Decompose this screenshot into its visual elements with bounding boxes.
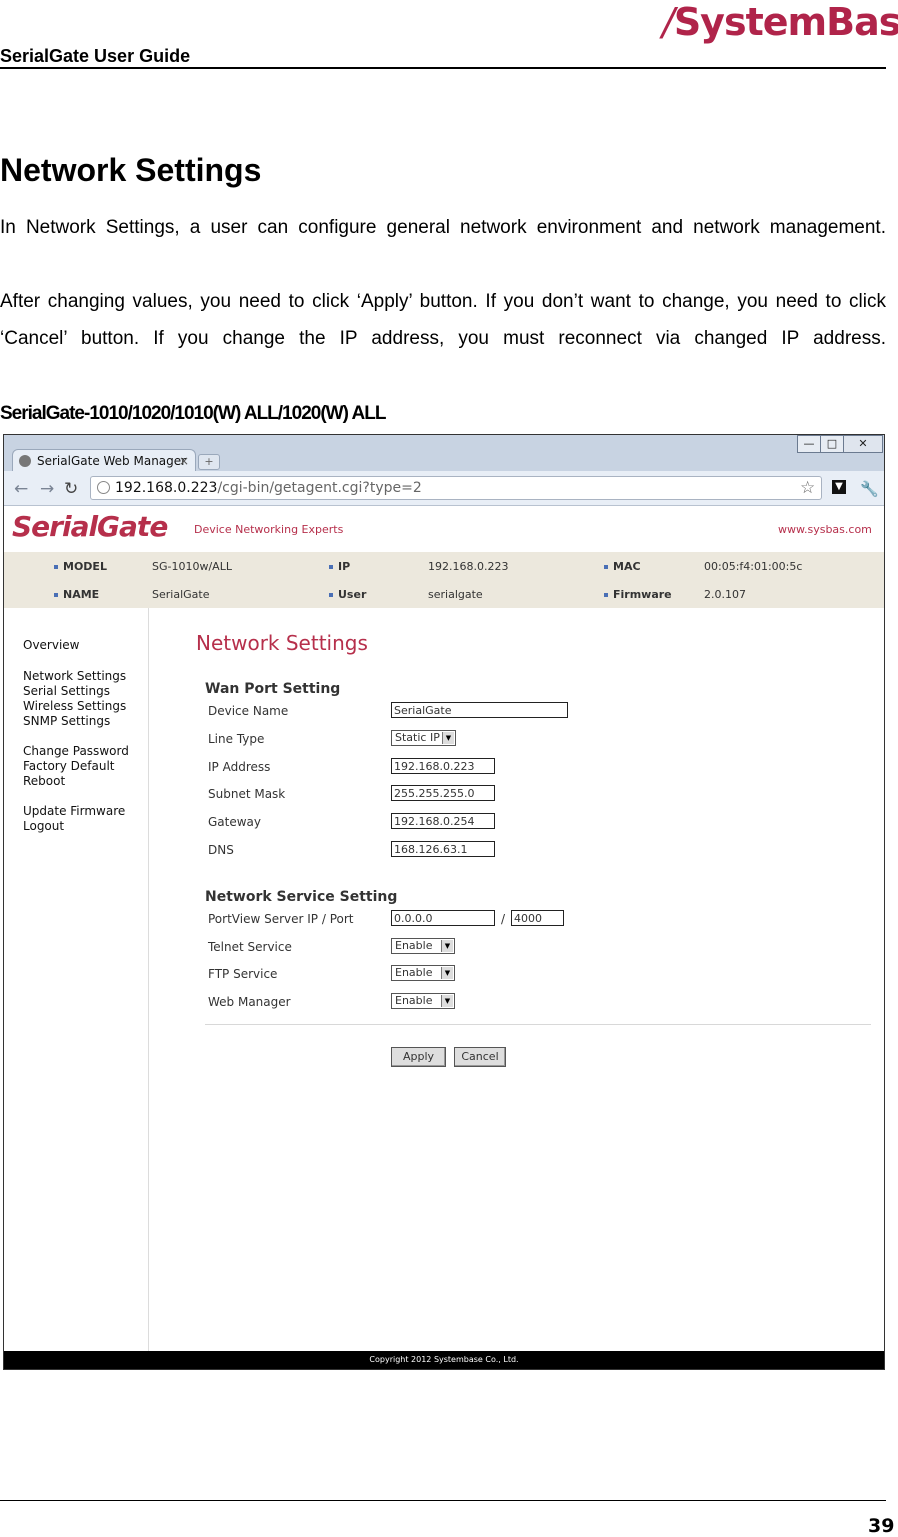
forward-arrow-icon[interactable]: →	[40, 479, 54, 499]
wrench-icon[interactable]: 🔧	[860, 480, 879, 498]
line-type-select[interactable]: Static IP ▼	[391, 730, 456, 746]
name-value: SerialGate	[152, 588, 210, 601]
portview-port-input[interactable]: 4000	[511, 910, 564, 926]
ip-address-input[interactable]: 192.168.0.223	[391, 758, 495, 774]
page-number: 39	[868, 1515, 895, 1537]
user-value: serialgate	[428, 588, 483, 601]
site-footer: Copyright 2012 Systembase Co., Ltd.	[4, 1351, 884, 1369]
site-banner: SerialGate Device Networking Experts www…	[4, 506, 884, 552]
minimize-button[interactable]: —	[797, 435, 821, 453]
intro-paragraph: In Network Settings, a user can configur…	[0, 217, 886, 238]
reload-icon[interactable]: ↻	[64, 479, 78, 499]
sidebar-menu: Overview Network Settings Serial Setting…	[4, 608, 149, 1354]
sidebar-item-snmp-settings[interactable]: SNMP Settings	[23, 714, 110, 729]
ip-port-separator: /	[501, 912, 506, 926]
dns-input[interactable]: 168.126.63.1	[391, 841, 495, 857]
browser-tab[interactable]: SerialGate Web Manager ×	[12, 449, 196, 472]
url-text: 192.168.0.223/cgi-bin/getagent.cgi?type=…	[115, 480, 422, 496]
network-service-setting-title: Network Service Setting	[205, 889, 398, 905]
page-menu-icon[interactable]: ▼	[832, 480, 846, 494]
logo-text: SystemBase	[673, 0, 898, 44]
form-divider	[205, 1024, 871, 1025]
chevron-down-icon: ▼	[441, 995, 453, 1007]
firmware-value: 2.0.107	[704, 588, 746, 601]
ftp-service-label: FTP Service	[208, 967, 278, 981]
model-label: MODEL	[54, 560, 107, 573]
telnet-service-label: Telnet Service	[208, 940, 292, 954]
systembase-logo: /SystemBase	[662, 0, 898, 44]
portview-label: PortView Server IP / Port	[208, 912, 354, 926]
mac-value: 00:05:f4:01:00:5c	[704, 560, 803, 573]
section-title: Network Settings	[0, 152, 262, 188]
chevron-down-icon: ▼	[441, 967, 453, 979]
sidebar-item-logout[interactable]: Logout	[23, 819, 64, 834]
serialgate-logo: SerialGate	[12, 510, 168, 543]
new-tab-button[interactable]: +	[198, 454, 220, 470]
dns-label: DNS	[208, 843, 234, 857]
model-subtitle: SerialGate-1010/1020/1010(W) ALL/1020(W)…	[0, 403, 386, 424]
sidebar-item-reboot[interactable]: Reboot	[23, 774, 65, 789]
tab-label: SerialGate Web Manager	[37, 454, 187, 468]
site-url-link[interactable]: www.sysbas.com	[778, 523, 872, 536]
firmware-label: Firmware	[604, 588, 672, 601]
globe-icon	[97, 481, 110, 494]
site-tagline: Device Networking Experts	[194, 523, 344, 536]
web-manager-select[interactable]: Enable ▼	[391, 993, 455, 1009]
footer-rule	[0, 1500, 886, 1501]
sidebar-item-wireless-settings[interactable]: Wireless Settings	[23, 699, 126, 714]
back-arrow-icon[interactable]: ←	[14, 479, 28, 499]
sidebar-item-update-firmware[interactable]: Update Firmware	[23, 804, 125, 819]
cancel-button[interactable]: Cancel	[454, 1047, 506, 1067]
sidebar-item-factory-default[interactable]: Factory Default	[23, 759, 115, 774]
browser-toolbar: ← → ↻ 192.168.0.223/cgi-bin/getagent.cgi…	[4, 471, 884, 506]
user-label: User	[329, 588, 366, 601]
content-title: Network Settings	[196, 631, 368, 655]
close-window-button[interactable]: ✕	[843, 435, 883, 453]
sidebar-item-overview[interactable]: Overview	[23, 638, 80, 653]
document-title: SerialGate User Guide	[0, 46, 191, 66]
instruction-paragraph: After changing values, you need to click…	[0, 291, 886, 349]
chevron-down-icon: ▼	[442, 732, 454, 744]
browser-window: SerialGate Web Manager × + — □ ✕ ← → ↻ 1…	[3, 434, 885, 1370]
ftp-service-select[interactable]: Enable ▼	[391, 965, 455, 981]
ip-value: 192.168.0.223	[428, 560, 509, 573]
telnet-service-select[interactable]: Enable ▼	[391, 938, 455, 954]
apply-button[interactable]: Apply	[391, 1047, 446, 1067]
wan-port-setting-title: Wan Port Setting	[205, 681, 341, 697]
line-type-label: Line Type	[208, 732, 265, 746]
page-favicon-icon	[19, 455, 31, 467]
header-rule	[0, 67, 886, 69]
sidebar-item-change-password[interactable]: Change Password	[23, 744, 129, 759]
gateway-label: Gateway	[208, 815, 262, 829]
sidebar-item-serial-settings[interactable]: Serial Settings	[23, 684, 110, 699]
device-name-label: Device Name	[208, 704, 289, 718]
ip-address-label: IP Address	[208, 760, 271, 774]
portview-ip-input[interactable]: 0.0.0.0	[391, 910, 495, 926]
device-name-input[interactable]: SerialGate	[391, 702, 568, 718]
address-bar[interactable]: 192.168.0.223/cgi-bin/getagent.cgi?type=…	[90, 476, 822, 500]
name-label: NAME	[54, 588, 99, 601]
gateway-input[interactable]: 192.168.0.254	[391, 813, 495, 829]
device-info-bar: MODEL SG-1010w/ALL IP 192.168.0.223 MAC …	[4, 552, 884, 608]
web-manager-label: Web Manager	[208, 995, 291, 1009]
tab-close-icon[interactable]: ×	[179, 450, 189, 472]
model-value: SG-1010w/ALL	[152, 560, 232, 573]
sidebar-item-network-settings[interactable]: Network Settings	[23, 669, 126, 684]
mac-label: MAC	[604, 560, 641, 573]
chevron-down-icon: ▼	[441, 940, 453, 952]
ip-label: IP	[329, 560, 350, 573]
maximize-button[interactable]: □	[820, 435, 844, 453]
browser-tab-strip: SerialGate Web Manager × + — □ ✕	[4, 435, 884, 472]
bookmark-star-icon[interactable]: ☆	[800, 478, 815, 498]
subnet-mask-input[interactable]: 255.255.255.0	[391, 785, 495, 801]
subnet-mask-label: Subnet Mask	[208, 787, 286, 801]
